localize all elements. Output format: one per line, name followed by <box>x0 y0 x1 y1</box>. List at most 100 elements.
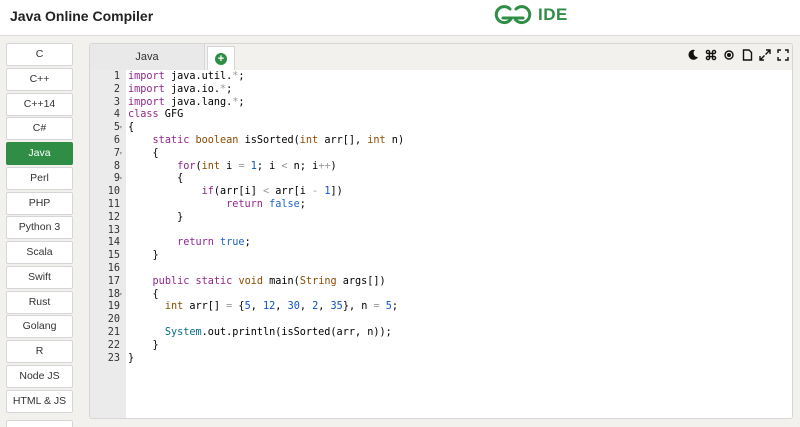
line-number: 13 <box>107 224 120 236</box>
line-numbers: 1 2 3 4 5 6 7 8 9 10 11 12 13 14 15 16 17 18 19 20 21 22 23 <box>90 71 120 365</box>
code-token: ; <box>238 96 245 108</box>
line-number: 23 <box>107 352 120 364</box>
code-line: } <box>128 250 404 263</box>
sidebar-item-python-3[interactable]: Python 3 <box>6 216 73 240</box>
sidebar-item-c[interactable]: C <box>6 43 73 66</box>
code-token: args[]) <box>336 275 386 287</box>
line-number: 7 <box>113 147 120 159</box>
code-line: return false; <box>128 199 404 212</box>
sidebar-item-r[interactable]: R <box>6 340 73 363</box>
line-number: 16 <box>107 262 120 274</box>
fullscreen-icon[interactable] <box>776 48 790 62</box>
code-token: , <box>318 301 331 313</box>
sidebar-item-rust[interactable]: Rust <box>6 290 73 314</box>
line-number: 8 <box>113 160 120 172</box>
code-token: } <box>128 250 159 262</box>
code-editor[interactable]: 1 2 3 4 5 6 7 8 9 10 11 12 13 14 15 16 17 18 19 20 21 22 23 ▾ ▾… <box>90 70 792 418</box>
line-number: 21 <box>107 326 120 338</box>
page-title: Java Online Compiler <box>10 8 154 24</box>
code-token: }, n <box>342 301 374 313</box>
line-number: 19 <box>107 301 120 313</box>
command-icon[interactable] <box>704 48 718 62</box>
code-token: , <box>299 301 313 313</box>
code-token: return <box>226 198 263 210</box>
code-token: { <box>128 122 135 134</box>
line-number: 3 <box>113 96 120 108</box>
sidebar-item-swift[interactable]: Swift <box>6 265 73 289</box>
sidebar-item-node-js[interactable]: Node JS <box>6 364 73 388</box>
code-content[interactable]: import java.util.*; import java.io.*; impo… <box>128 71 404 365</box>
code-token: ) <box>330 160 337 172</box>
code-token: n; i <box>287 160 319 172</box>
code-line: class GFG <box>128 109 404 122</box>
code-token: } <box>128 211 184 223</box>
code-line: { <box>128 173 404 186</box>
code-token: java.util. <box>164 71 233 82</box>
code-token: 30 <box>287 301 300 313</box>
file-icon[interactable] <box>740 48 754 62</box>
code-token: java.lang. <box>164 96 233 108</box>
language-sidebar: C C++ C++14 C# Java Perl PHP Python 3 Scala Swift… <box>6 43 73 414</box>
code-token: } <box>128 339 159 351</box>
code-line: import java.util.*; <box>128 71 404 84</box>
sidebar-item-golang[interactable]: Golang <box>6 315 73 339</box>
code-token: true <box>220 237 245 249</box>
code-token: ++ <box>318 160 331 172</box>
line-number: 18 <box>107 288 120 300</box>
code-token: int <box>367 134 386 146</box>
settings-icon[interactable] <box>722 48 736 62</box>
code-line: } <box>128 340 404 353</box>
code-token: arr[i <box>269 186 313 198</box>
sidebar-item-c[interactable]: C# <box>6 117 73 141</box>
fold-arrow-icon[interactable]: ▾ <box>119 122 125 135</box>
code-line: int arr[] = {5, 12, 30, 2, 35}, n = 5; <box>128 301 404 314</box>
tab-java[interactable]: Java <box>90 44 205 70</box>
fold-arrow-icon[interactable]: ▾ <box>119 289 125 302</box>
code-token: { <box>128 288 159 300</box>
line-number: 5 <box>113 122 120 134</box>
code-token: false <box>269 198 300 210</box>
code-line: static boolean isSorted(int arr[], int n… <box>128 134 405 148</box>
editor-panel: Java + 1 2 3 4 5 6 7 8 9 10 11 12 13 14 15 16 17 18 19 20 21… <box>89 43 793 419</box>
code-token: return <box>177 237 214 249</box>
dark-mode-icon[interactable] <box>686 48 700 62</box>
code-token: int <box>299 134 319 146</box>
sidebar-extra-item[interactable] <box>6 420 73 427</box>
code-token: { <box>232 301 245 313</box>
code-token: int <box>164 301 184 313</box>
code-token: ; <box>244 237 251 249</box>
code-token: import <box>128 83 165 95</box>
fold-arrow-icon[interactable]: ▾ <box>119 148 125 161</box>
sidebar-item-scala[interactable]: Scala <box>6 241 73 264</box>
code-line: { <box>128 148 404 161</box>
code-token: String <box>299 275 337 287</box>
sidebar-item-c[interactable]: C++ <box>6 67 73 91</box>
sidebar-item-html-js[interactable]: HTML & JS <box>6 389 73 413</box>
sidebar-item-perl[interactable]: Perl <box>6 166 73 190</box>
code-token: n) <box>385 134 405 146</box>
line-number: 15 <box>107 250 120 262</box>
code-token: 35 <box>330 301 343 313</box>
sidebar-item-c-14[interactable]: C++14 <box>6 92 73 116</box>
sidebar-item-java[interactable]: Java <box>6 142 73 165</box>
code-line: } <box>128 353 404 366</box>
gfg-logo[interactable]: IDE <box>494 5 568 25</box>
expand-icon[interactable] <box>758 48 772 62</box>
code-token: , <box>250 301 263 313</box>
add-tab-button[interactable]: + <box>207 46 235 70</box>
line-number: 20 <box>107 314 120 326</box>
code-token: import <box>128 96 165 108</box>
code-line: System.out.println(isSorted(arr, n)); <box>128 327 404 340</box>
plus-icon: + <box>215 52 227 65</box>
sidebar-item-php[interactable]: PHP <box>6 191 73 215</box>
fold-arrow-icon[interactable]: ▾ <box>119 173 125 186</box>
code-line: } <box>128 212 404 225</box>
